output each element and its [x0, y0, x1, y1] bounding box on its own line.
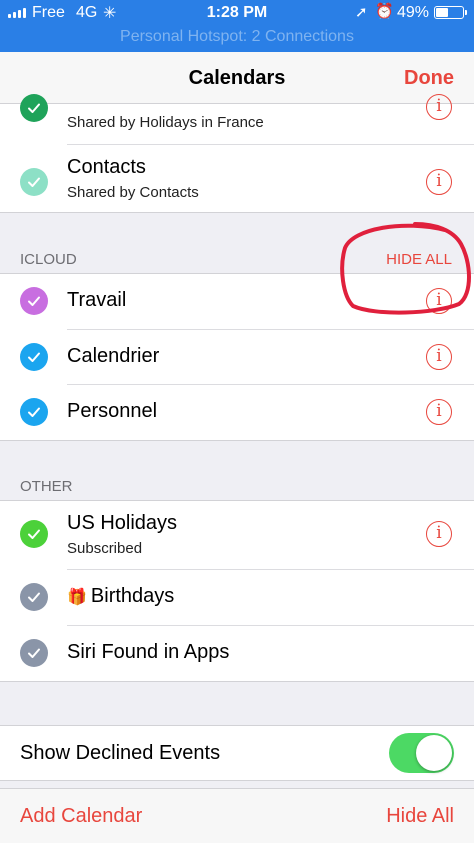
- hotspot-banner[interactable]: Personal Hotspot: 2 Connections: [0, 28, 474, 46]
- shared-calendars-list: Shared by Holidays in France i Contacts …: [0, 94, 474, 212]
- show-declined-events-label: Show Declined Events: [20, 742, 221, 764]
- calendar-row-travail[interactable]: Travail i: [0, 274, 474, 330]
- calendar-row-siri-found[interactable]: Siri Found in Apps: [0, 625, 474, 681]
- section-header-icloud: ICLOUD: [20, 251, 77, 268]
- hide-all-button[interactable]: Hide All: [386, 805, 454, 828]
- calendar-name-with-icon: 🎁 Birthdays: [67, 585, 174, 608]
- battery-percentage: 49%: [397, 4, 430, 21]
- show-declined-events-row: Show Declined Events: [0, 726, 474, 780]
- bottom-toolbar: Add Calendar Hide All: [0, 788, 474, 843]
- other-calendars-list: US Holidays Subscribed i 🎁 Birthdays Siri…: [0, 501, 474, 681]
- calendar-subtitle: Shared by Holidays in France: [67, 114, 264, 131]
- checkmark-icon[interactable]: [20, 343, 48, 371]
- calendar-name: Contacts: [67, 156, 146, 178]
- info-circle-icon[interactable]: i: [426, 169, 452, 195]
- show-declined-events-toggle[interactable]: [389, 733, 454, 773]
- settings-list: Show Declined Events: [0, 726, 474, 780]
- calendar-name: Personnel: [67, 400, 158, 422]
- add-calendar-button[interactable]: Add Calendar: [20, 805, 142, 828]
- info-circle-icon[interactable]: i: [426, 399, 452, 425]
- calendar-row-calendrier[interactable]: Calendrier i: [0, 329, 474, 385]
- info-circle-icon[interactable]: i: [426, 288, 452, 314]
- info-circle-icon[interactable]: i: [426, 521, 452, 547]
- calendar-subtitle: Shared by Contacts: [67, 184, 199, 201]
- checkmark-icon[interactable]: [20, 583, 48, 611]
- calendar-row-us-holidays[interactable]: US Holidays Subscribed i: [0, 501, 474, 569]
- nav-bar: Calendars Done: [0, 52, 474, 104]
- alarm-clock-icon: ⏰: [375, 3, 394, 20]
- calendar-row-holidays-france[interactable]: Shared by Holidays in France i: [0, 94, 474, 144]
- checkmark-icon[interactable]: [20, 94, 48, 122]
- hide-all-icloud-button[interactable]: HIDE ALL: [386, 251, 452, 268]
- section-header-other: OTHER: [20, 478, 73, 495]
- info-circle-icon[interactable]: i: [426, 94, 452, 120]
- battery-icon: [434, 6, 467, 19]
- icloud-calendars-list: Travail i Calendrier i Personnel i: [0, 274, 474, 440]
- page-title: Calendars: [188, 67, 286, 89]
- calendar-row-contacts[interactable]: Contacts Shared by Contacts i: [0, 144, 474, 212]
- calendar-row-personnel[interactable]: Personnel i: [0, 384, 474, 440]
- calendar-name: Calendrier: [67, 345, 160, 367]
- info-circle-icon[interactable]: i: [426, 344, 452, 370]
- location-arrow-icon: ➚: [355, 4, 368, 21]
- calendar-name: Siri Found in Apps: [67, 641, 230, 663]
- calendar-subtitle: Subscribed: [67, 540, 143, 557]
- calendar-name: US Holidays: [67, 512, 178, 534]
- checkmark-icon[interactable]: [20, 168, 48, 196]
- done-button[interactable]: Done: [404, 67, 454, 90]
- calendar-name: Birthdays: [90, 585, 175, 607]
- calendar-row-birthdays[interactable]: 🎁 Birthdays: [0, 569, 474, 625]
- calendar-name: Travail: [67, 289, 127, 311]
- checkmark-icon[interactable]: [20, 287, 48, 315]
- toggle-knob[interactable]: [416, 735, 452, 771]
- checkmark-icon[interactable]: [20, 520, 48, 548]
- checkmark-icon[interactable]: [20, 639, 48, 667]
- battery-fill: [436, 8, 448, 17]
- gift-icon: 🎁: [67, 589, 87, 606]
- checkmark-icon[interactable]: [20, 398, 48, 426]
- status-bar: Free 4G ✳ 1:28 PM ➚ ⏰ 49% Personal Hotsp…: [0, 0, 474, 52]
